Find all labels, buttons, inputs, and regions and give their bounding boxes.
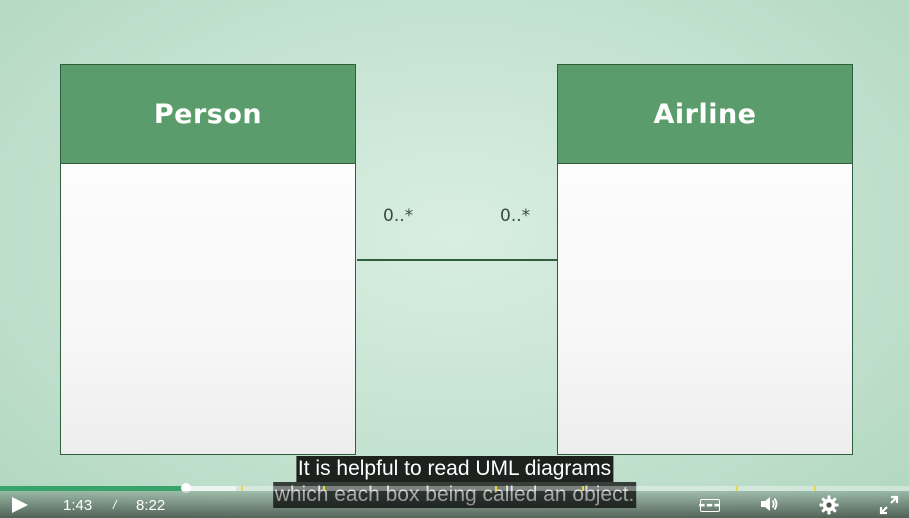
play-button[interactable] bbox=[12, 497, 28, 513]
closed-captions-button[interactable]: ▬▬▬ bbox=[698, 499, 722, 512]
class-title: Airline bbox=[558, 65, 852, 164]
current-time: 1:43 bbox=[63, 497, 93, 514]
class-title: Person bbox=[61, 65, 355, 164]
video-player[interactable]: Person 0..* 0..* Airline It is helpful t… bbox=[0, 0, 909, 518]
caption-line-1: It is helpful to read UML diagrams bbox=[295, 456, 614, 482]
volume-icon bbox=[761, 497, 778, 511]
fullscreen-button[interactable] bbox=[879, 495, 899, 518]
uml-class-airline: Airline bbox=[557, 64, 853, 455]
association-line bbox=[357, 259, 558, 261]
multiplicity-right: 0..* bbox=[500, 206, 531, 226]
control-bar: 1:43 / 8:22 ▬▬▬ bbox=[0, 491, 909, 518]
gear-icon bbox=[819, 495, 839, 515]
multiplicity-left: 0..* bbox=[383, 206, 414, 226]
time-separator: / bbox=[113, 498, 117, 512]
uml-class-person: Person bbox=[60, 64, 356, 455]
video-frame[interactable]: Person 0..* 0..* Airline bbox=[0, 0, 909, 518]
closed-captions-icon: ▬▬▬ bbox=[698, 501, 722, 509]
fullscreen-icon bbox=[879, 495, 899, 515]
volume-button[interactable] bbox=[759, 495, 779, 517]
settings-button[interactable] bbox=[819, 495, 839, 518]
duration: 8:22 bbox=[136, 497, 166, 514]
